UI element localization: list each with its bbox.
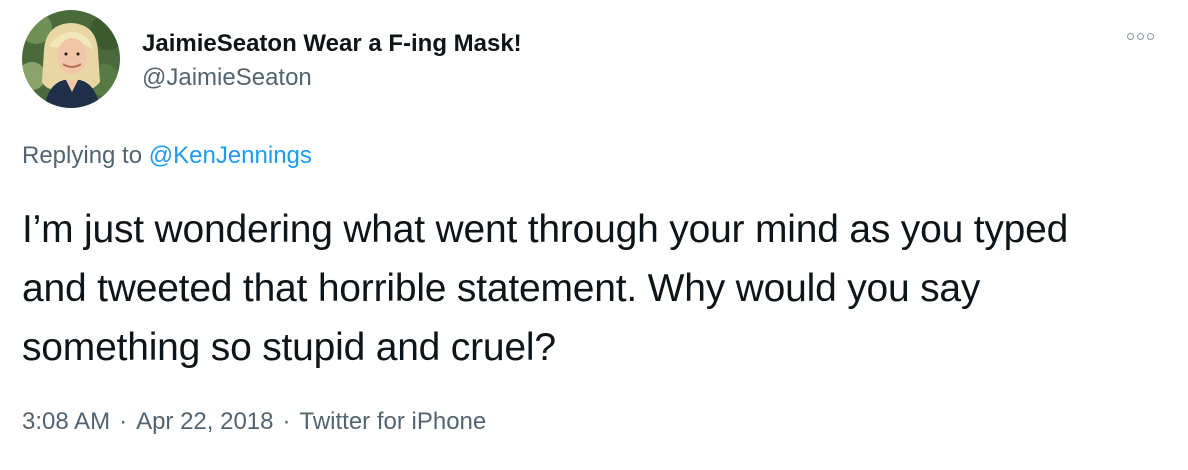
more-dots-icon [1146, 32, 1154, 40]
tweet-card: JaimieSeaton Wear a F-ing Mask! @JaimieS… [0, 0, 1188, 470]
tweet-meta: 3:08 AM · Apr 22, 2018 · Twitter for iPhone [22, 408, 486, 437]
more-options-button[interactable] [1118, 24, 1162, 48]
display-name[interactable]: JaimieSeaton Wear a F-ing Mask! [142, 30, 522, 59]
reply-context: Replying to @KenJennings [22, 142, 312, 171]
user-handle[interactable]: @JaimieSeaton [142, 64, 312, 93]
meta-separator: · [282, 408, 291, 435]
tweet-text: I’m just wondering what went through you… [22, 208, 1069, 369]
reply-mention-link[interactable]: @KenJennings [149, 142, 312, 169]
more-dots-icon [1126, 32, 1134, 40]
avatar[interactable] [22, 10, 120, 108]
meta-separator: · [119, 408, 128, 435]
tweet-date[interactable]: Apr 22, 2018 [136, 408, 273, 435]
tweet-time[interactable]: 3:08 AM [22, 408, 110, 435]
reply-prefix: Replying to [22, 142, 143, 169]
profile-photo-icon [22, 10, 120, 108]
tweet-source[interactable]: Twitter for iPhone [300, 408, 487, 435]
more-dots-icon [1136, 32, 1144, 40]
